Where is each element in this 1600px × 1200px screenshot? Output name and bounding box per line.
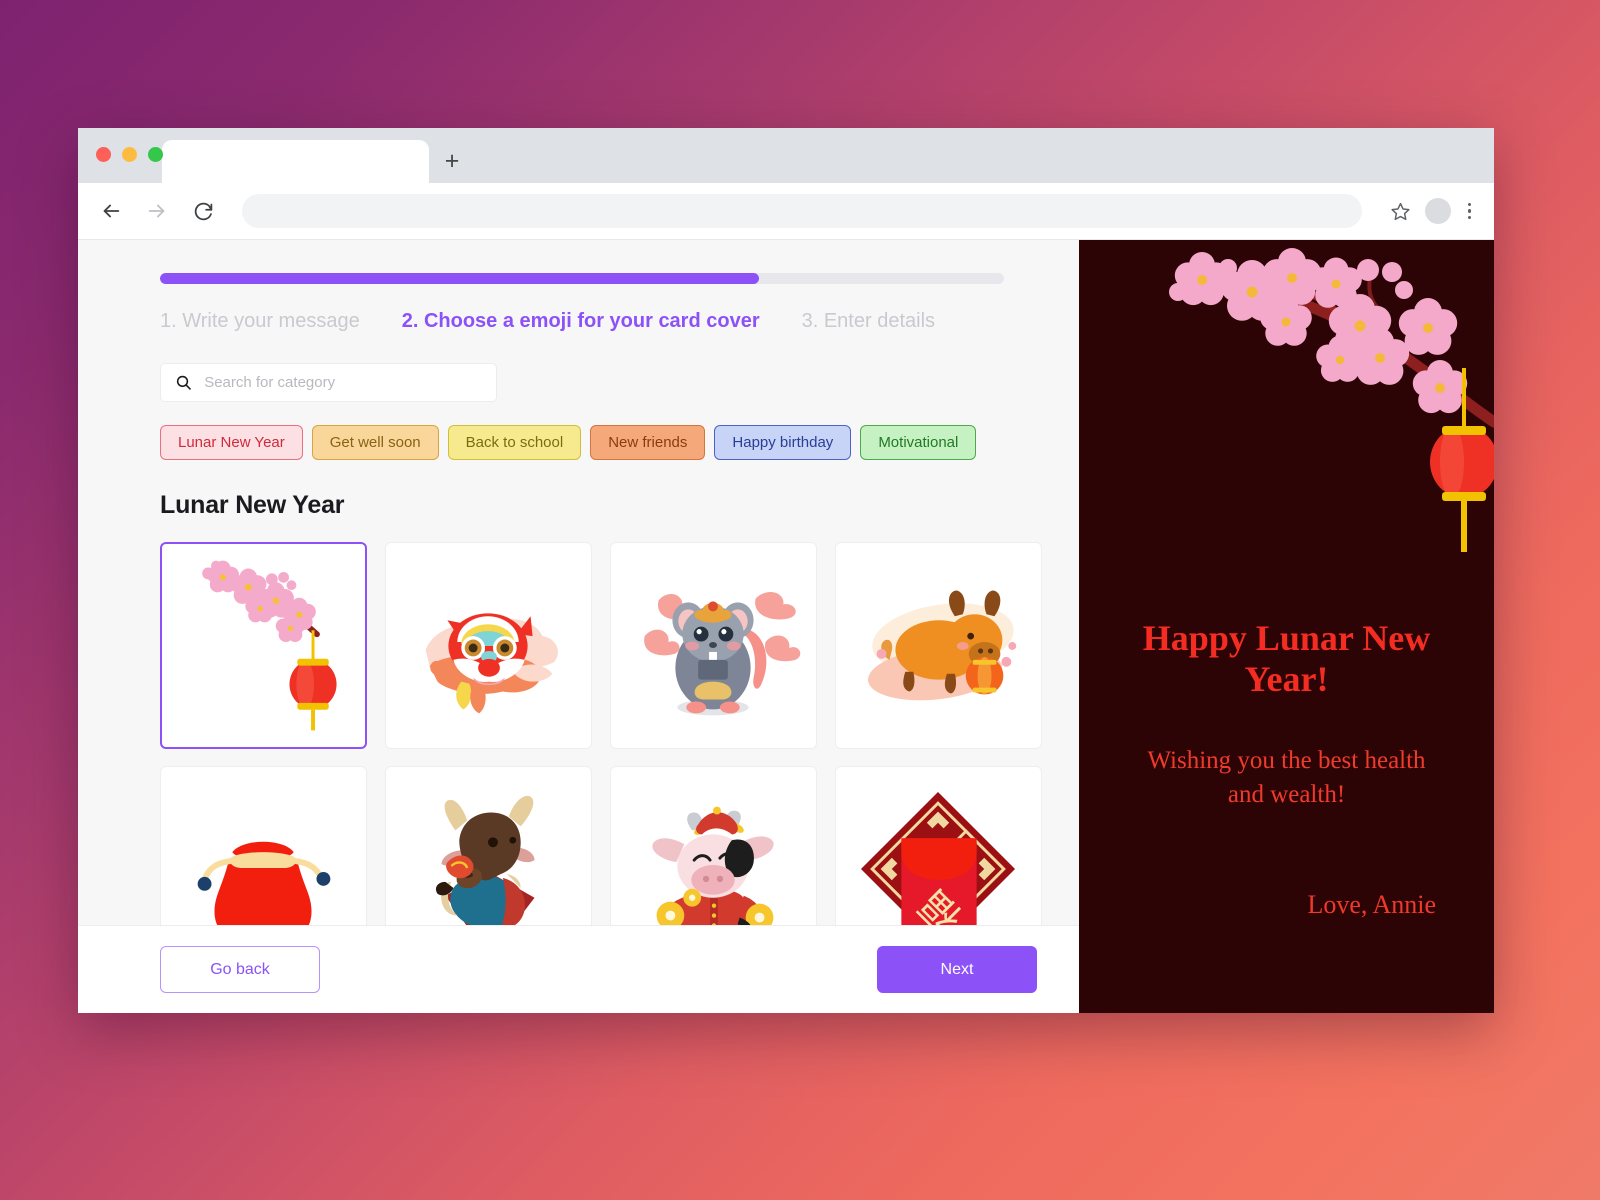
- emoji-tile-orange-ox-lantern[interactable]: [835, 542, 1042, 749]
- emoji-tile-rat-with-ingot[interactable]: [610, 542, 817, 749]
- close-window-button[interactable]: [96, 147, 111, 162]
- reload-icon: [194, 202, 212, 220]
- window-controls: [96, 147, 163, 162]
- wizard-step-2[interactable]: 2. Choose a emoji for your card cover: [402, 310, 760, 333]
- lion-dance-icon: [425, 613, 558, 714]
- card-message: Wishing you the best health and wealth!: [1147, 747, 1426, 808]
- go-back-button[interactable]: Go back: [160, 946, 320, 993]
- next-button[interactable]: Next: [877, 946, 1037, 993]
- browser-menu-button[interactable]: [1465, 202, 1475, 220]
- emoji-tile-red-money-bag[interactable]: [160, 766, 367, 925]
- forward-button[interactable]: [142, 196, 172, 226]
- category-chip-3[interactable]: New friends: [590, 425, 706, 460]
- category-chip-1[interactable]: Get well soon: [311, 425, 439, 460]
- browser-window: + 1. Write your message 2. Choose a emoj…: [78, 128, 1494, 1013]
- section-title: Lunar New Year: [160, 491, 345, 519]
- wizard-progress-bar: [160, 273, 1004, 284]
- wizard-step-1[interactable]: 1. Write your message: [160, 310, 360, 333]
- orange-ox-lantern-icon: [868, 590, 1017, 701]
- emoji-tile-cow-with-coins[interactable]: [610, 766, 817, 925]
- search-icon: [176, 375, 191, 390]
- address-bar[interactable]: [242, 194, 1362, 228]
- search-input[interactable]: [204, 374, 482, 391]
- star-icon[interactable]: [1390, 201, 1411, 222]
- wizard-step-3[interactable]: 3. Enter details: [802, 310, 935, 333]
- card-title: Happy Lunar New Year!: [1142, 618, 1431, 700]
- card-signature: Love, Annie: [1307, 889, 1436, 919]
- category-chip-5[interactable]: Motivational: [860, 425, 977, 460]
- toolbar-right-actions: [1390, 198, 1475, 224]
- wizard-steps: 1. Write your message 2. Choose a emoji f…: [160, 310, 1019, 333]
- wizard-footer: Go back Next: [78, 925, 1079, 1013]
- plus-icon: +: [444, 147, 460, 175]
- browser-tab-strip: +: [78, 128, 1494, 183]
- forward-arrow-icon: [148, 204, 165, 218]
- emoji-grid: 福: [160, 542, 1042, 925]
- red-envelope-fu-icon: 福: [860, 791, 1016, 925]
- emoji-tile-cherry-blossom-lantern[interactable]: [160, 542, 367, 749]
- minimize-window-button[interactable]: [122, 147, 137, 162]
- wizard-progress-fill: [160, 273, 760, 284]
- card-text-block: Happy Lunar New Year! Wishing you the be…: [1079, 240, 1494, 920]
- reload-button[interactable]: [188, 196, 218, 226]
- kebab-menu-icon: [1467, 202, 1471, 207]
- card-builder-pane: 1. Write your message 2. Choose a emoji f…: [78, 240, 1079, 1013]
- category-chip-4[interactable]: Happy birthday: [714, 425, 852, 460]
- maximize-window-button[interactable]: [148, 147, 163, 162]
- card-preview: Happy Lunar New Year! Wishing you the be…: [1079, 240, 1494, 1013]
- rat-with-ingot-icon: [644, 591, 801, 716]
- category-chip-0[interactable]: Lunar New Year: [160, 425, 303, 460]
- emoji-tile-red-envelope-fu[interactable]: 福: [835, 766, 1042, 925]
- back-button[interactable]: [96, 196, 126, 226]
- page-viewport: 1. Write your message 2. Choose a emoji f…: [78, 240, 1494, 1013]
- browser-toolbar: [78, 183, 1494, 240]
- search-box[interactable]: [160, 363, 497, 402]
- emoji-tile-lion-dance[interactable]: [385, 542, 592, 749]
- browser-tab[interactable]: [162, 140, 429, 183]
- ox-in-hanfu-icon: [435, 795, 535, 925]
- profile-avatar[interactable]: [1424, 198, 1451, 224]
- cherry-blossom-lantern-icon: [202, 560, 337, 731]
- category-chip-list: Lunar New Year Get well soon Back to schoo…: [160, 425, 1019, 460]
- red-money-bag-icon: [197, 841, 331, 925]
- scroll-area[interactable]: 1. Write your message 2. Choose a emoji f…: [78, 240, 1079, 925]
- category-chip-2[interactable]: Back to school: [447, 425, 582, 460]
- back-arrow-icon: [103, 204, 120, 218]
- cow-with-coins-icon: [652, 806, 774, 925]
- new-tab-button[interactable]: +: [429, 140, 475, 183]
- emoji-tile-ox-in-hanfu[interactable]: [385, 766, 592, 925]
